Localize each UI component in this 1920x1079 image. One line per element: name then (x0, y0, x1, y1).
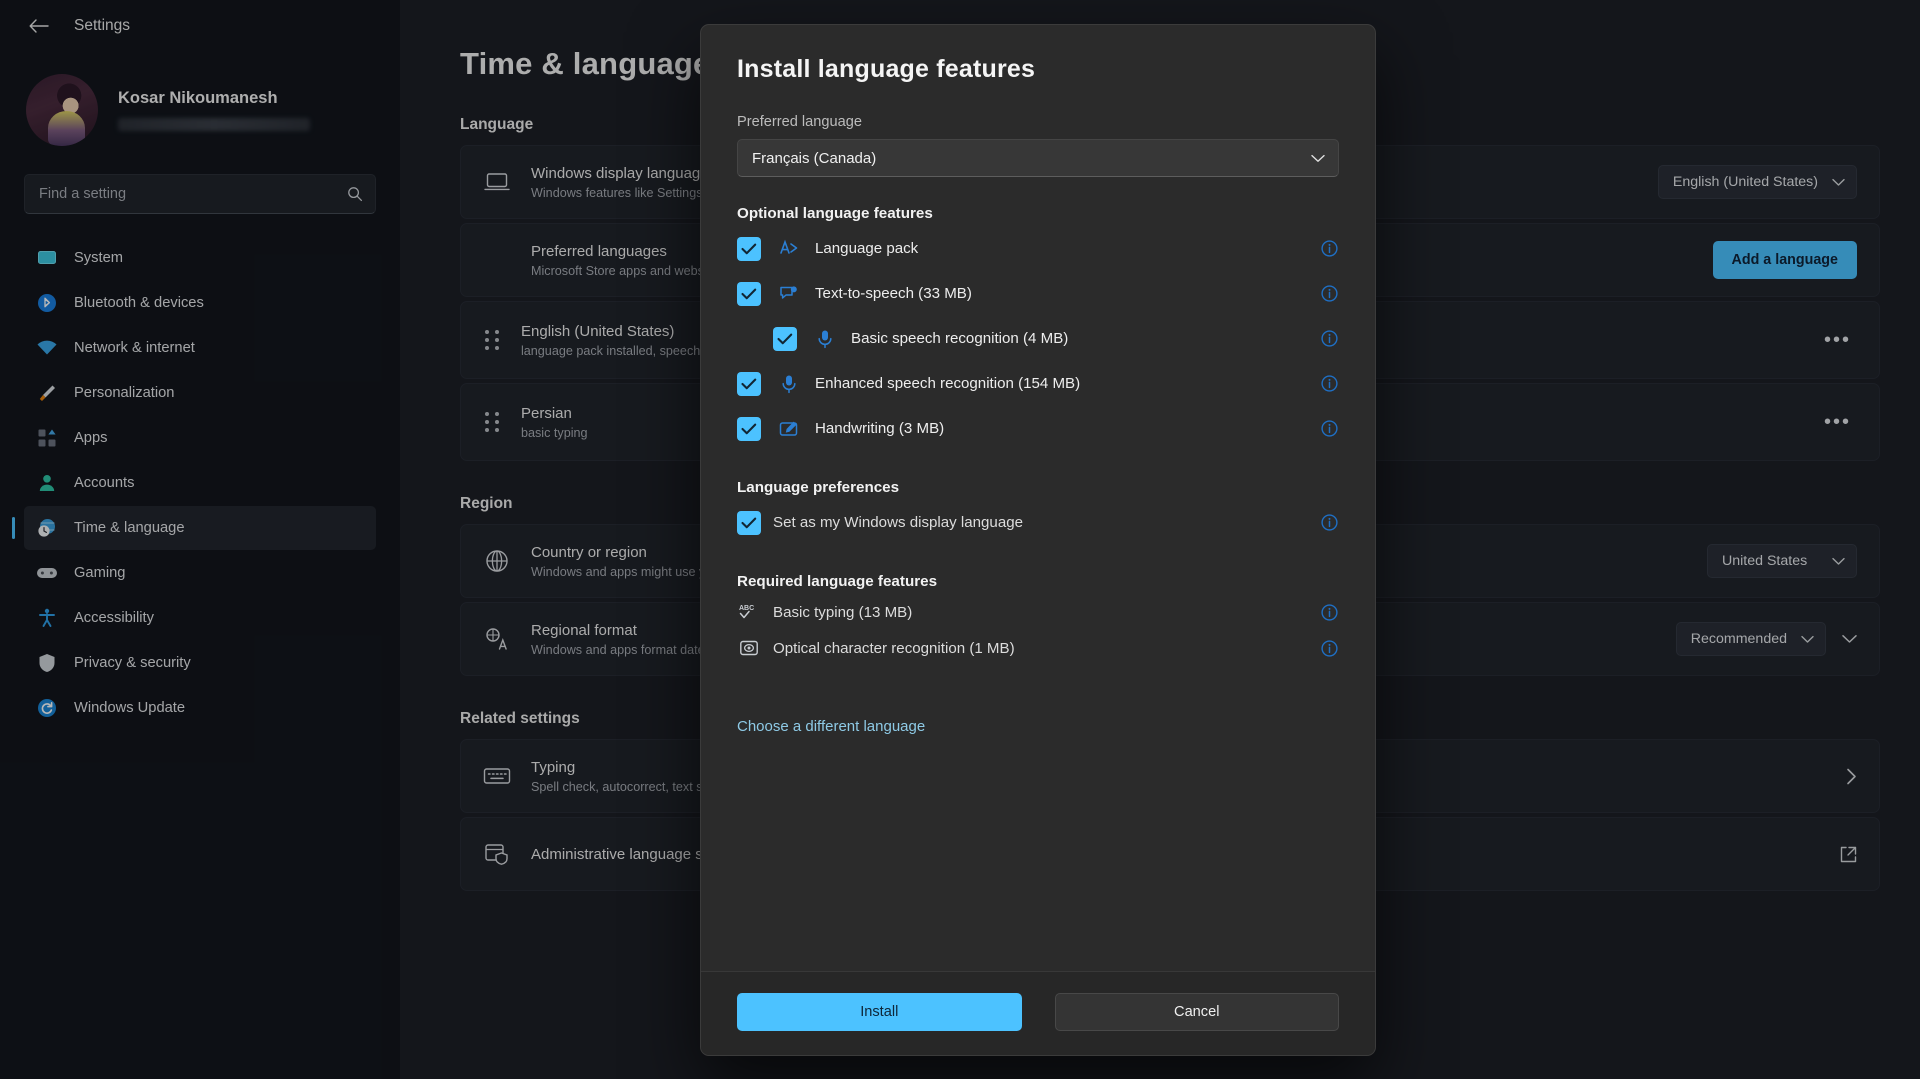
feature-row-text-to-speech[interactable]: Text-to-speech (33 MB) (737, 271, 1339, 316)
info-icon[interactable] (1319, 285, 1339, 302)
feature-label: Language pack (815, 240, 1319, 257)
required-features-heading: Required language features (737, 573, 1339, 590)
info-icon[interactable] (1319, 640, 1339, 657)
required-feature-row-basic-typing: ABC Basic typing (13 MB) (737, 594, 1339, 630)
dialog-footer: Install Cancel (701, 971, 1375, 1055)
feature-label: Handwriting (3 MB) (815, 420, 1319, 437)
info-icon[interactable] (1319, 330, 1339, 347)
chevron-down-icon (1311, 154, 1325, 163)
preferred-language-label: Preferred language (737, 114, 1339, 130)
feature-label: Text-to-speech (33 MB) (815, 285, 1319, 302)
microphone-icon (777, 374, 801, 394)
language-preferences-heading: Language preferences (737, 479, 1339, 496)
info-icon[interactable] (1319, 514, 1339, 531)
required-feature-label: Basic typing (13 MB) (773, 604, 1319, 621)
feature-label: Basic speech recognition (4 MB) (851, 330, 1319, 347)
checkbox-language-pack[interactable] (737, 237, 761, 261)
feature-row-basic-speech-recognition[interactable]: Basic speech recognition (4 MB) (737, 316, 1339, 361)
cancel-button[interactable]: Cancel (1055, 993, 1340, 1031)
language-pack-icon (777, 239, 801, 259)
info-icon[interactable] (1319, 375, 1339, 392)
feature-label: Enhanced speech recognition (154 MB) (815, 375, 1319, 392)
checkbox-basic-speech-recognition[interactable] (773, 327, 797, 351)
checkbox-enhanced-speech-recognition[interactable] (737, 372, 761, 396)
svg-text:ABC: ABC (739, 605, 754, 612)
speech-icon (777, 284, 801, 304)
ocr-icon (737, 638, 761, 658)
checkbox-set-as-display-language[interactable] (737, 511, 761, 535)
handwriting-icon (777, 420, 801, 438)
preferred-language-select[interactable]: Français (Canada) (737, 139, 1339, 177)
settings-window: Settings Kosar Nikoumanesh System (0, 0, 1920, 1079)
feature-row-language-pack[interactable]: Language pack (737, 226, 1339, 271)
feature-label: Set as my Windows display language (773, 514, 1319, 531)
choose-different-language-link[interactable]: Choose a different language (737, 718, 1339, 735)
required-feature-row-ocr: Optical character recognition (1 MB) (737, 630, 1339, 666)
checkbox-handwriting[interactable] (737, 417, 761, 441)
feature-row-enhanced-speech-recognition[interactable]: Enhanced speech recognition (154 MB) (737, 361, 1339, 406)
microphone-icon (813, 329, 837, 349)
feature-row-handwriting[interactable]: Handwriting (3 MB) (737, 406, 1339, 451)
dialog-title: Install language features (737, 55, 1339, 84)
info-icon[interactable] (1319, 420, 1339, 437)
info-icon[interactable] (1319, 240, 1339, 257)
dialog-body: Install language features Preferred lang… (701, 25, 1375, 971)
feature-row-set-as-display-language[interactable]: Set as my Windows display language (737, 500, 1339, 545)
select-value: Français (Canada) (752, 150, 876, 167)
install-button[interactable]: Install (737, 993, 1022, 1031)
install-language-features-dialog: Install language features Preferred lang… (700, 24, 1376, 1056)
abc-check-icon: ABC (737, 602, 761, 622)
required-feature-label: Optical character recognition (1 MB) (773, 640, 1319, 657)
checkbox-text-to-speech[interactable] (737, 282, 761, 306)
optional-features-heading: Optional language features (737, 205, 1339, 222)
info-icon[interactable] (1319, 604, 1339, 621)
